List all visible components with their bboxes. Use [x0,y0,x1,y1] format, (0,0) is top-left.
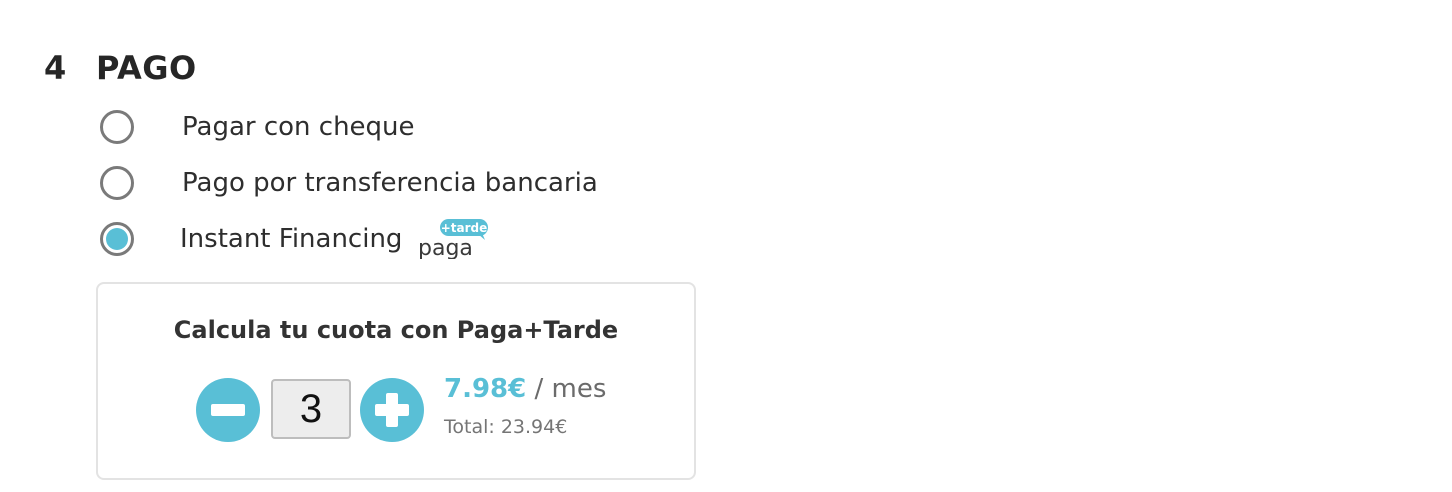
radio-selected-dot [106,228,128,250]
radio-button-cheque[interactable] [100,110,134,144]
step-number: 4 [44,49,67,87]
payment-option-label: Pagar con cheque [182,112,415,142]
payment-option-label: Instant Financing [180,224,403,254]
monthly-unit: / mes [526,374,607,404]
payment-option-instant-financing[interactable]: Instant Financing +tarde paga [100,219,490,259]
payment-option-bank-transfer[interactable]: Pago por transferencia bancaria [100,163,598,203]
paga-tarde-logo: +tarde paga [418,219,490,259]
payment-option-cheque[interactable]: Pagar con cheque [100,107,415,147]
payment-section-header: 4 PAGO [44,46,197,90]
increase-installments-button[interactable] [360,378,424,442]
installment-calculator: Calcula tu cuota con Paga+Tarde 7.98€ / … [96,282,696,480]
minus-icon [211,404,245,416]
decrease-installments-button[interactable] [196,378,260,442]
total-amount: Total: 23.94€ [444,416,568,438]
radio-button-bank-transfer[interactable] [100,166,134,200]
calculator-title: Calcula tu cuota con Paga+Tarde [173,316,619,344]
monthly-amount: 7.98€ [444,374,527,404]
monthly-price: 7.98€ / mes [444,374,606,404]
logo-badge-text: +tarde [441,221,488,235]
section-title: PAGO [96,49,197,87]
radio-button-instant-financing[interactable] [100,222,134,256]
payment-option-label: Pago por transferencia bancaria [182,168,598,198]
logo-text: paga [418,236,473,259]
installments-input[interactable] [271,379,351,439]
